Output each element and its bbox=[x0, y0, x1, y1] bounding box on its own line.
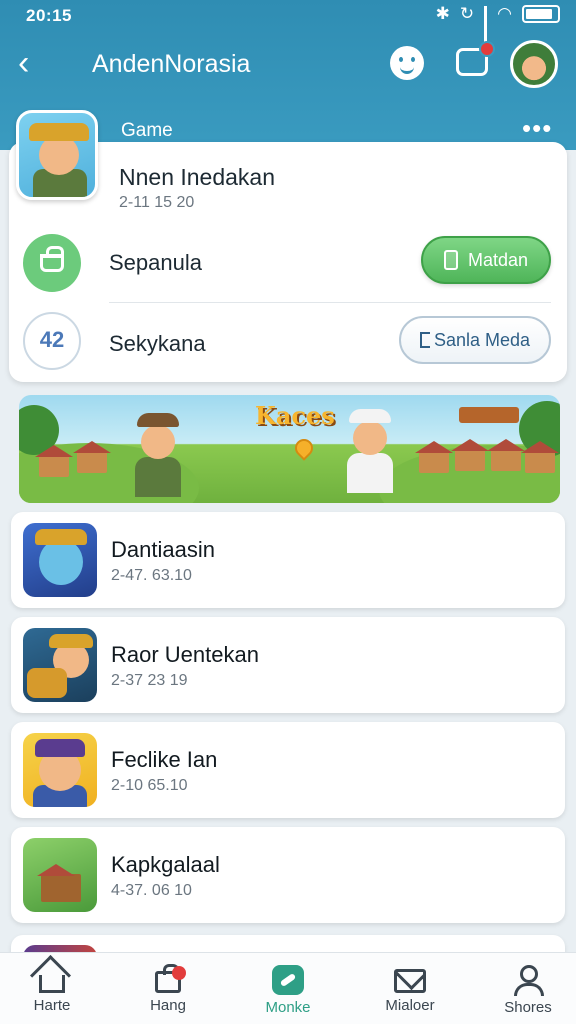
list-item[interactable]: Kapkgalaal 4-37. 06 10 bbox=[11, 827, 565, 923]
message-icon[interactable] bbox=[456, 41, 495, 76]
tab-label: Shores bbox=[504, 999, 552, 1016]
game-thumbnail bbox=[23, 838, 97, 912]
user-icon bbox=[511, 965, 545, 996]
edit-icon bbox=[272, 965, 304, 995]
list-item-date: 2-37 23 19 bbox=[111, 672, 188, 689]
map-pin-icon bbox=[291, 435, 317, 461]
list-item-date: 2-10 65.10 bbox=[111, 777, 188, 794]
tab-active[interactable]: Monke bbox=[238, 961, 338, 1021]
divider bbox=[109, 302, 551, 303]
promo-banner[interactable]: Kaces bbox=[19, 395, 560, 503]
clipboard-icon bbox=[443, 249, 458, 270]
list-item[interactable]: Dantiaasin 2-47. 63.10 bbox=[11, 512, 565, 608]
section-label: Game bbox=[121, 120, 173, 141]
list-item-date: 2-47. 63.10 bbox=[111, 567, 192, 584]
primary-action-label: Matdan bbox=[467, 249, 529, 270]
character-chef bbox=[339, 409, 401, 499]
row-label-primary: Sepanula bbox=[109, 250, 202, 275]
game-thumbnail bbox=[23, 523, 97, 597]
app-title: AndenNorasia bbox=[92, 50, 251, 78]
tab-label: Mialoer bbox=[385, 997, 435, 1014]
score-icon: 42 bbox=[23, 312, 81, 370]
bluetooth-icon: ✱ bbox=[435, 4, 450, 23]
secondary-action-button[interactable]: Sanla Meda bbox=[399, 316, 551, 364]
status-bar: 20:15 ✱ ↻ ◠ bbox=[0, 0, 576, 44]
bag-icon bbox=[155, 964, 186, 993]
avatar[interactable] bbox=[510, 40, 558, 88]
featured-date: 2-11 15 20 bbox=[119, 194, 195, 211]
list-item[interactable]: Feclike Ian 2-10 65.10 bbox=[11, 722, 565, 818]
list-item-title: Raor Uentekan bbox=[111, 642, 259, 667]
list-item[interactable]: Raor Uentekan 2-37 23 19 bbox=[11, 617, 565, 713]
banner-title: Kaces bbox=[255, 401, 335, 430]
tab-label: Monke bbox=[265, 999, 311, 1016]
featured-title: Nnen Inedakan bbox=[119, 164, 276, 190]
list-item-title: Feclike Ian bbox=[111, 747, 218, 772]
notification-badge bbox=[479, 41, 495, 57]
tab-home[interactable]: Harte bbox=[2, 961, 102, 1021]
app-bar: ‹ AndenNorasia bbox=[0, 34, 576, 94]
list-item-title: Dantiaasin bbox=[111, 537, 215, 562]
secondary-action-label: Sanla Meda bbox=[433, 329, 531, 350]
list-item-title: Kapkgalaal bbox=[111, 852, 220, 877]
bottom-tab-bar: Harte Hang Monke Mialoer Shores bbox=[0, 952, 576, 1024]
signal-icon bbox=[484, 6, 488, 44]
tab-label: Harte bbox=[33, 997, 71, 1014]
list-item-date: 4-37. 06 10 bbox=[111, 882, 192, 899]
basket-icon bbox=[23, 234, 81, 292]
row-label-secondary: Sekykana bbox=[109, 331, 206, 356]
tab-label: Hang bbox=[150, 997, 186, 1014]
game-thumbnail bbox=[23, 733, 97, 807]
back-button[interactable]: ‹ bbox=[18, 44, 58, 84]
sync-icon: ↻ bbox=[459, 4, 475, 23]
mail-icon bbox=[394, 969, 426, 993]
tab-bag[interactable]: Hang bbox=[118, 961, 218, 1021]
bracket-icon bbox=[419, 331, 430, 348]
more-options-icon[interactable]: ••• bbox=[522, 115, 552, 141]
status-icons: ✱ ↻ ◠ bbox=[435, 4, 560, 44]
tab-mail[interactable]: Mialoer bbox=[360, 961, 460, 1021]
home-icon bbox=[39, 975, 65, 993]
tab-profile[interactable]: Shores bbox=[478, 961, 576, 1021]
wifi-icon: ◠ bbox=[497, 4, 512, 23]
notification-badge bbox=[172, 966, 186, 980]
emoji-icon[interactable] bbox=[390, 46, 424, 80]
battery-icon bbox=[522, 5, 560, 23]
primary-action-button[interactable]: Matdan bbox=[421, 236, 551, 284]
game-thumbnail bbox=[23, 628, 97, 702]
status-time: 20:15 bbox=[26, 6, 72, 25]
character-adventurer bbox=[127, 413, 189, 503]
featured-game-icon[interactable] bbox=[16, 110, 98, 200]
